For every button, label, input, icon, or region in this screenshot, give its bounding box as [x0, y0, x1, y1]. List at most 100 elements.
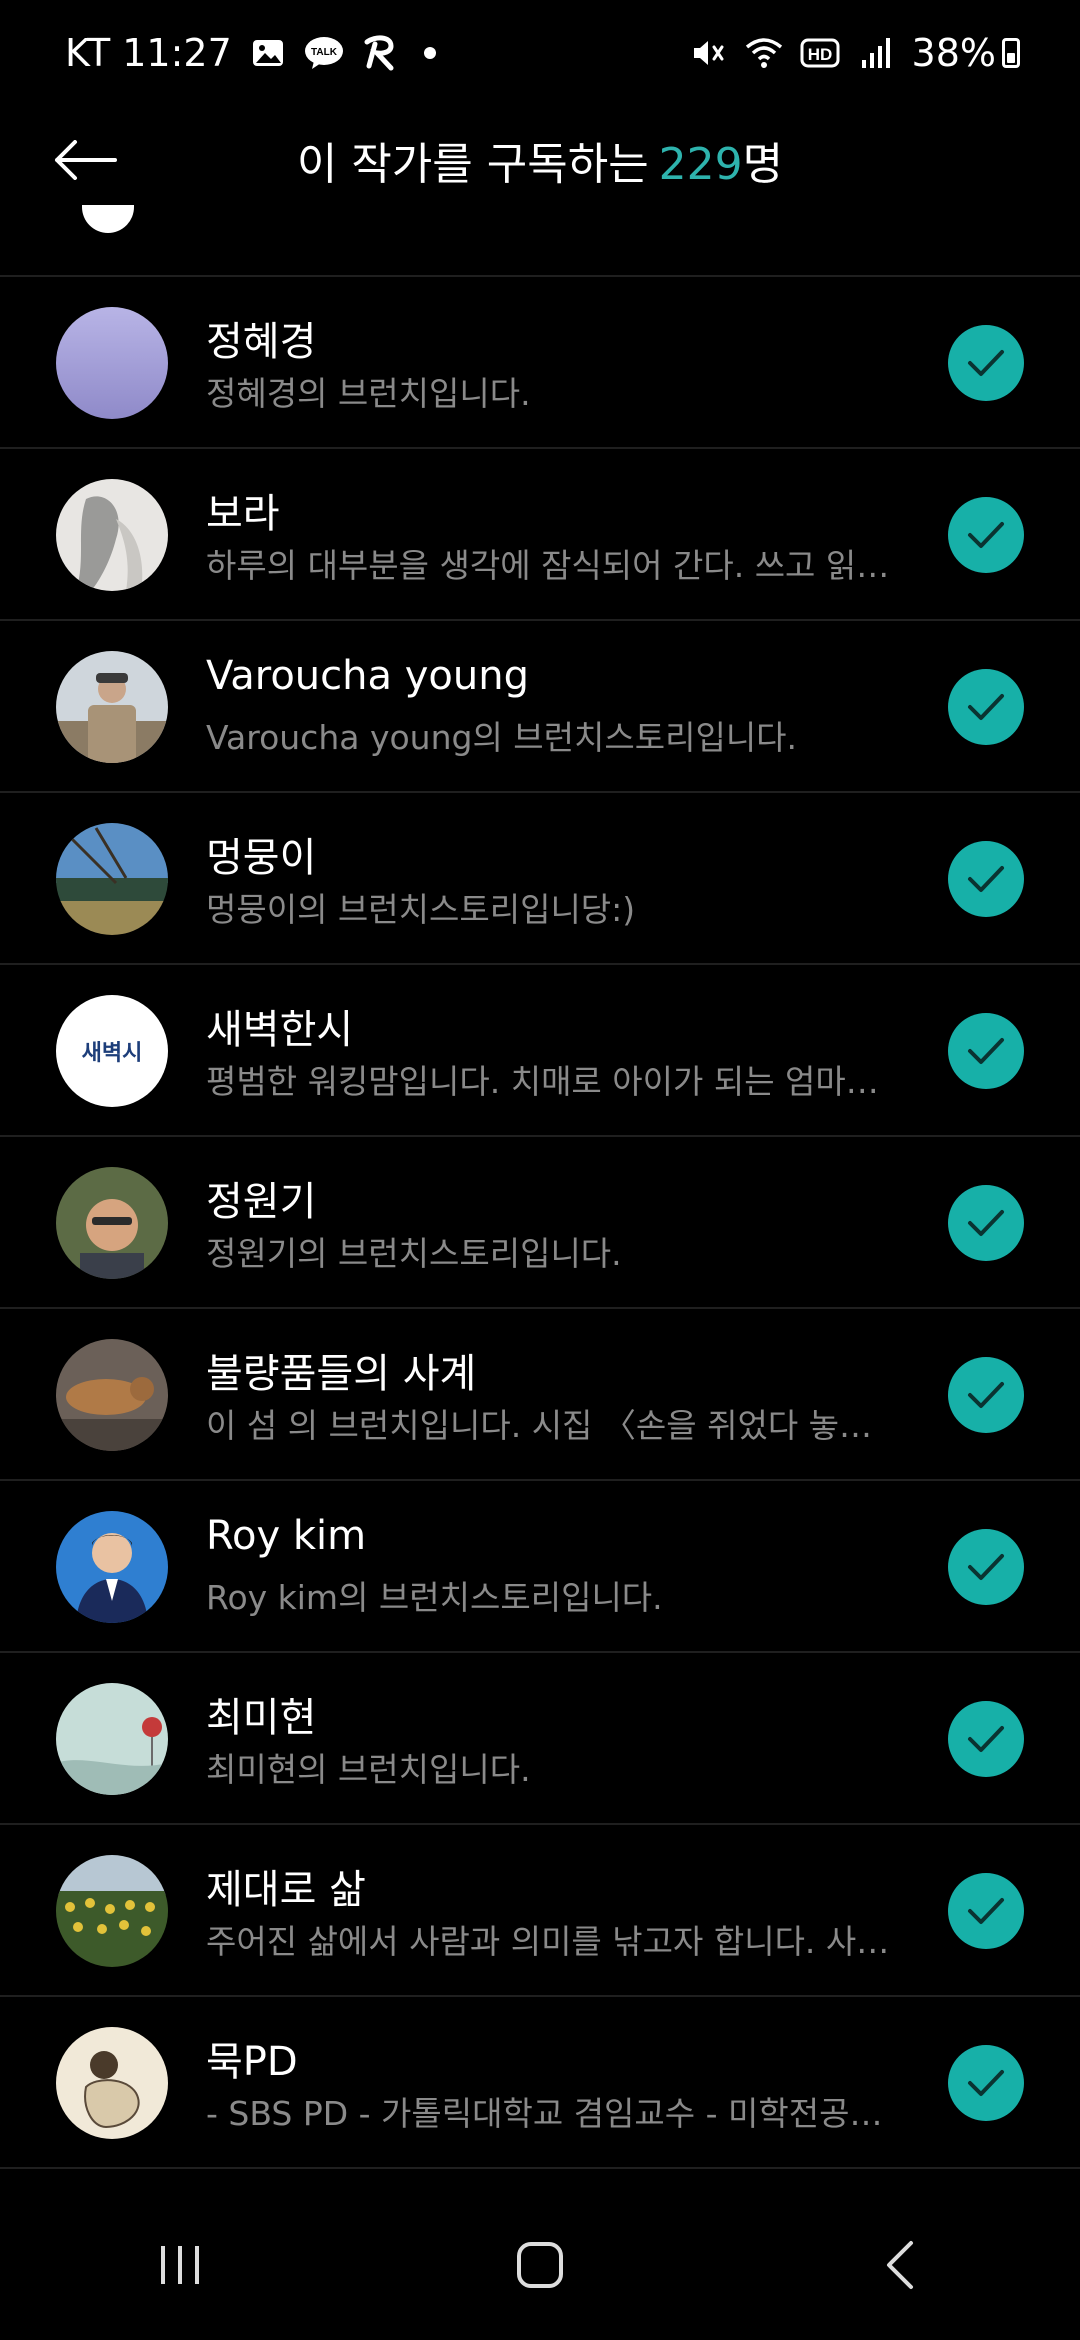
subscribed-toggle-button[interactable]	[948, 2045, 1024, 2121]
back-button[interactable]	[40, 115, 130, 205]
partial-list-item	[0, 205, 1080, 277]
subscriber-count: 229	[658, 139, 743, 190]
avatar[interactable]	[56, 307, 168, 419]
check-icon	[968, 350, 1004, 376]
svg-text:TALK: TALK	[311, 47, 338, 58]
avatar[interactable]	[56, 1511, 168, 1623]
wifi-icon	[744, 33, 784, 73]
system-navigation-bar	[0, 2190, 1080, 2340]
subscriber-description: 멍뭉이의 브런치스토리입니당:)	[206, 890, 636, 929]
check-icon	[968, 1726, 1004, 1752]
subscriber-description: - SBS PD - 가톨릭대학교 겸임교수 - 미학전공자…	[206, 2094, 896, 2133]
kakaotalk-icon: TALK	[304, 33, 344, 73]
page-title: 이 작가를 구독하는 229명	[297, 128, 783, 192]
subscriber-description: 최미현의 브런치입니다.	[206, 1750, 531, 1789]
list-item[interactable]: 최미현 최미현의 브런치입니다.	[0, 1653, 1080, 1825]
app-r-icon	[360, 33, 400, 73]
check-icon	[968, 866, 1004, 892]
avatar[interactable]	[56, 1683, 168, 1795]
arrow-left-icon	[55, 140, 117, 180]
carrier-time: KT 11:27	[65, 30, 232, 75]
subscriber-description: 주어진 삶에서 사람과 의미를 낚고자 합니다. 사라…	[206, 1922, 896, 1961]
subscriber-name[interactable]: 새벽한시	[206, 997, 353, 1055]
subscriber-name[interactable]: Varoucha young	[206, 653, 529, 699]
avatar[interactable]	[56, 479, 168, 591]
subscribed-toggle-button[interactable]	[948, 841, 1024, 917]
list-item[interactable]: 멍뭉이 멍뭉이의 브런치스토리입니당:)	[0, 793, 1080, 965]
check-icon	[968, 1038, 1004, 1064]
list-item[interactable]: 새벽시 새벽한시 평범한 워킹맘입니다. 치매로 아이가 되는 엄마를…	[0, 965, 1080, 1137]
avatar[interactable]	[56, 1167, 168, 1279]
avatar[interactable]	[56, 651, 168, 763]
recents-button[interactable]	[120, 2215, 240, 2315]
subscribed-toggle-button[interactable]	[948, 1185, 1024, 1261]
title-suffix: 명	[742, 139, 784, 190]
subscriber-name[interactable]: 멍뭉이	[206, 825, 316, 883]
list-item[interactable]: 정혜경 정혜경의 브런치입니다.	[0, 277, 1080, 449]
check-icon	[968, 1382, 1004, 1408]
subscribed-toggle-button[interactable]	[948, 1529, 1024, 1605]
subscriber-description: Roy kim의 브런치스토리입니다.	[206, 1578, 663, 1617]
gallery-icon	[248, 33, 288, 73]
subscriber-description: 평범한 워킹맘입니다. 치매로 아이가 되는 엄마를…	[206, 1062, 896, 1101]
avatar[interactable]	[56, 1339, 168, 1451]
app-header: 이 작가를 구독하는 229명	[0, 105, 1080, 215]
avatar	[82, 205, 134, 233]
avatar[interactable]	[56, 1855, 168, 1967]
battery-indicator: 38%	[912, 31, 1020, 75]
subscriber-description: 하루의 대부분을 생각에 잠식되어 간다. 쓰고 읽고…	[206, 546, 896, 585]
check-icon	[968, 1554, 1004, 1580]
subscribed-toggle-button[interactable]	[948, 669, 1024, 745]
list-item[interactable]: 제대로 삶 주어진 삶에서 사람과 의미를 낚고자 합니다. 사라…	[0, 1825, 1080, 1997]
avatar[interactable]: 새벽시	[56, 995, 168, 1107]
home-icon	[517, 2242, 563, 2288]
hd-icon: HD	[800, 33, 840, 73]
subscribed-toggle-button[interactable]	[948, 1701, 1024, 1777]
subscriber-name[interactable]: 정혜경	[206, 309, 316, 367]
status-bar: KT 11:27 TALK HD 38%	[0, 0, 1080, 105]
avatar-logo-text: 새벽시	[81, 1041, 143, 1066]
subscriber-name[interactable]: 최미현	[206, 1685, 316, 1743]
notification-dot	[423, 46, 436, 59]
subscriber-name[interactable]: 묵PD	[206, 2029, 298, 2087]
title-prefix: 이 작가를 구독하는	[296, 139, 649, 190]
check-icon	[968, 1210, 1004, 1236]
subscriber-name[interactable]: 정원기	[206, 1169, 316, 1227]
status-right: HD 38%	[688, 31, 1020, 75]
back-nav-button[interactable]	[840, 2215, 960, 2315]
subscriber-name[interactable]: 불량품들의 사계	[206, 1341, 476, 1399]
list-item[interactable]: Roy kim Roy kim의 브런치스토리입니다.	[0, 1481, 1080, 1653]
check-icon	[968, 522, 1004, 548]
subscriber-name[interactable]: Roy kim	[206, 1513, 366, 1559]
svg-text:HD: HD	[807, 45, 832, 64]
battery-icon	[1002, 37, 1020, 68]
subscribed-toggle-button[interactable]	[948, 1357, 1024, 1433]
check-icon	[968, 1898, 1004, 1924]
check-icon	[968, 694, 1004, 720]
signal-icon	[856, 33, 896, 73]
list-item[interactable]: 불량품들의 사계 이 섬 의 브런치입니다. 시집 〈손을 쥐었다 놓으면〉…	[0, 1309, 1080, 1481]
battery-percent: 38%	[911, 30, 996, 75]
subscriber-name[interactable]: 제대로 삶	[206, 1857, 366, 1915]
check-icon	[968, 2070, 1004, 2096]
battery-fill	[1007, 53, 1015, 63]
avatar[interactable]	[56, 2027, 168, 2139]
list-item[interactable]: Varoucha young Varoucha young의 브런치스토리입니다…	[0, 621, 1080, 793]
status-left: KT 11:27 TALK	[65, 31, 436, 75]
avatar[interactable]	[56, 823, 168, 935]
subscriber-description: 정혜경의 브런치입니다.	[206, 374, 531, 413]
mute-icon	[688, 33, 728, 73]
home-button[interactable]	[480, 2215, 600, 2315]
subscribed-toggle-button[interactable]	[948, 1873, 1024, 1949]
subscriber-list: 정혜경 정혜경의 브런치입니다. 보라 하루의 대부분을 생각에 잠식되어 간다…	[0, 205, 1080, 2169]
list-item[interactable]: 정원기 정원기의 브런치스토리입니다.	[0, 1137, 1080, 1309]
list-item[interactable]: 보라 하루의 대부분을 생각에 잠식되어 간다. 쓰고 읽고…	[0, 449, 1080, 621]
subscribed-toggle-button[interactable]	[948, 497, 1024, 573]
subscriber-name[interactable]: 보라	[206, 481, 280, 539]
list-item[interactable]: 묵PD - SBS PD - 가톨릭대학교 겸임교수 - 미학전공자…	[0, 1997, 1080, 2169]
subscriber-description: Varoucha young의 브런치스토리입니다.	[206, 718, 798, 757]
back-icon	[887, 2241, 913, 2289]
subscribed-toggle-button[interactable]	[948, 1013, 1024, 1089]
subscribed-toggle-button[interactable]	[948, 325, 1024, 401]
subscriber-description: 이 섬 의 브런치입니다. 시집 〈손을 쥐었다 놓으면〉…	[206, 1406, 896, 1445]
